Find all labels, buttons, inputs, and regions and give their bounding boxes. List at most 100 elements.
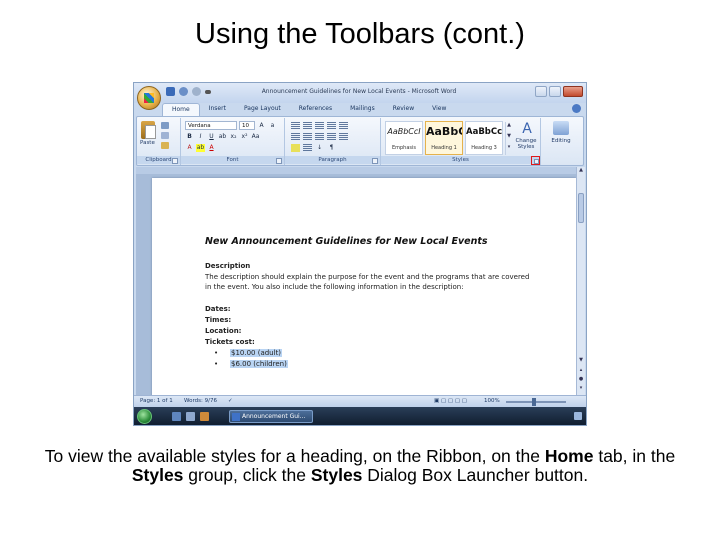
customize-toolbar-icon[interactable] [205, 90, 211, 94]
justify-icon[interactable] [327, 133, 336, 141]
shrink-font-icon[interactable]: a [268, 122, 277, 130]
increase-indent-icon[interactable] [339, 122, 348, 130]
clipboard-group: Paste Clipboard [137, 118, 181, 165]
taskbar-word-button[interactable]: Announcement Gui... [229, 410, 313, 423]
font-color-icon[interactable]: A [207, 144, 216, 152]
cut-icon[interactable] [161, 122, 169, 129]
zoom-level[interactable]: 100% [484, 398, 500, 404]
font-color-row: A ab A [185, 144, 216, 152]
maximize-button[interactable] [549, 86, 561, 97]
paste-icon[interactable] [141, 121, 156, 139]
grow-font-icon[interactable]: A [257, 122, 266, 130]
tab-references[interactable]: References [290, 103, 341, 116]
shading-icon[interactable] [291, 144, 300, 152]
styles-launcher-icon[interactable] [534, 159, 539, 164]
strikethrough-icon[interactable]: ab [218, 133, 227, 141]
tray-icon[interactable] [574, 412, 582, 420]
tab-page-layout[interactable]: Page Layout [235, 103, 290, 116]
font-name-select[interactable]: Verdana [185, 121, 237, 130]
show-marks-icon[interactable]: ¶ [327, 144, 336, 152]
location-label: Location: [205, 327, 242, 335]
bullets-icon[interactable] [291, 122, 300, 130]
subscript-icon[interactable]: x₂ [229, 133, 238, 141]
paragraph-launcher-icon[interactable] [372, 158, 378, 164]
page-count[interactable]: Page: 1 of 1 [140, 398, 173, 404]
line-spacing-icon[interactable] [339, 133, 348, 141]
font-group: Verdana 10 A a B I U ab x₂ x² Aa A ab A … [181, 118, 285, 165]
scroll-up-icon[interactable]: ▲ [577, 167, 585, 175]
previous-page-icon[interactable]: ▴ [577, 367, 585, 375]
redo-icon[interactable] [192, 87, 201, 96]
caption-text: tab, in the [593, 446, 676, 466]
decrease-indent-icon[interactable] [327, 122, 336, 130]
italic-button[interactable]: I [196, 133, 205, 141]
document-page[interactable]: New Announcement Guidelines for New Loca… [152, 178, 576, 408]
tab-view[interactable]: View [423, 103, 455, 116]
text-effects-icon[interactable]: A [185, 144, 194, 152]
switch-windows-icon[interactable] [200, 412, 209, 421]
borders-icon[interactable] [303, 144, 312, 152]
font-launcher-icon[interactable] [276, 158, 282, 164]
ticket-price-children: $6.00 (children) [230, 360, 288, 368]
scroll-down-icon[interactable]: ▼ [577, 357, 585, 365]
font-size-select[interactable]: 10 [239, 121, 255, 130]
zoom-slider-knob[interactable] [532, 398, 536, 406]
editing-label[interactable]: Editing [541, 138, 581, 144]
save-icon[interactable] [166, 87, 175, 96]
minimize-button[interactable] [535, 86, 547, 97]
vertical-scrollbar[interactable]: ▲ ▼ ▴ ● ▾ [576, 167, 585, 395]
select-browse-object-icon[interactable]: ● [577, 376, 585, 384]
multilevel-list-icon[interactable] [315, 122, 324, 130]
gallery-up-icon[interactable]: ▲ [506, 122, 512, 133]
view-buttons[interactable]: ▣ ▢ ▢ ▢ ▢ [434, 398, 467, 404]
superscript-icon[interactable]: x² [240, 133, 249, 141]
clipboard-launcher-icon[interactable] [172, 158, 178, 164]
change-case-icon[interactable]: Aa [251, 133, 260, 141]
tab-review[interactable]: Review [384, 103, 423, 116]
next-page-icon[interactable]: ▾ [577, 385, 585, 393]
help-icon[interactable] [572, 104, 581, 113]
align-buttons-row [291, 133, 348, 141]
underline-button[interactable]: U [207, 133, 216, 141]
word-screenshot: Announcement Guidelines for New Local Ev… [133, 82, 587, 426]
style-sample: AaBbC [426, 125, 462, 138]
taskbar: Announcement Gui... [134, 407, 586, 425]
style-emphasis[interactable]: AaBbCcI Emphasis [385, 121, 423, 155]
caption-home: Home [544, 446, 594, 466]
align-center-icon[interactable] [303, 133, 312, 141]
proofing-icon[interactable]: ✓ [228, 398, 233, 404]
show-desktop-icon[interactable] [186, 412, 195, 421]
style-heading-1[interactable]: AaBbC Heading 1 [425, 121, 463, 155]
tab-home[interactable]: Home [162, 103, 200, 116]
bold-button[interactable]: B [185, 133, 194, 141]
font-format-row: B I U ab x₂ x² Aa [185, 133, 260, 141]
numbering-icon[interactable] [303, 122, 312, 130]
change-styles-button[interactable]: Change Styles [512, 138, 540, 150]
change-styles-icon[interactable]: A [517, 121, 537, 137]
styles-gallery-scroll[interactable]: ▲ ▼ ▾ [505, 122, 512, 155]
office-button[interactable] [137, 86, 161, 110]
quick-launch-icon[interactable] [172, 412, 181, 421]
scroll-thumb[interactable] [578, 193, 584, 223]
start-button[interactable] [137, 409, 152, 424]
highlight-icon[interactable]: ab [196, 144, 205, 152]
copy-icon[interactable] [161, 132, 169, 139]
zoom-slider[interactable] [506, 401, 566, 403]
style-heading-3[interactable]: AaBbCc Heading 3 [465, 121, 503, 155]
editing-icon[interactable] [553, 121, 569, 135]
sort-icon[interactable]: ↓ [315, 144, 324, 152]
tab-insert[interactable]: Insert [200, 103, 235, 116]
document-heading: New Announcement Guidelines for New Loca… [205, 236, 488, 247]
word-count[interactable]: Words: 9/76 [184, 398, 217, 404]
paste-button-label[interactable]: Paste [140, 140, 155, 146]
caption-styles: Styles [131, 465, 184, 485]
undo-icon[interactable] [179, 87, 188, 96]
tab-mailings[interactable]: Mailings [341, 103, 384, 116]
close-button[interactable] [563, 86, 583, 97]
slide-caption: To view the available styles for a headi… [40, 447, 680, 485]
styles-dialog-launcher-highlight[interactable] [531, 156, 540, 165]
format-painter-icon[interactable] [161, 142, 169, 149]
bullet-marker: • [214, 349, 219, 357]
align-left-icon[interactable] [291, 133, 300, 141]
align-right-icon[interactable] [315, 133, 324, 141]
